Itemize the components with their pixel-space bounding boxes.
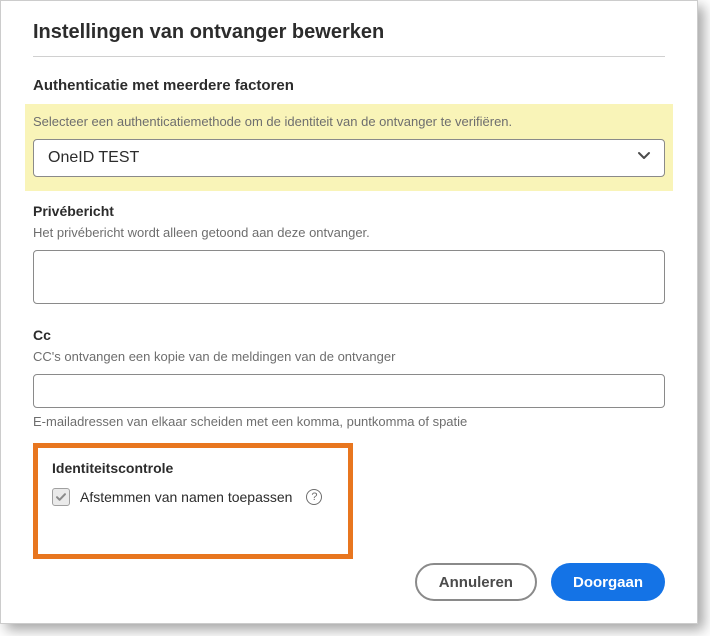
auth-method-select[interactable]: OneID TEST [33, 139, 665, 177]
private-message-input[interactable] [33, 250, 665, 304]
name-matching-checkbox[interactable] [52, 488, 70, 506]
cancel-button[interactable]: Annuleren [415, 563, 537, 601]
private-message-helper: Het privébericht wordt alleen getoond aa… [33, 225, 665, 240]
auth-method-select-wrap: OneID TEST [33, 139, 665, 177]
identity-heading: Identiteitscontrole [52, 460, 334, 476]
continue-button[interactable]: Doorgaan [551, 563, 665, 601]
dialog-title: Instellingen van ontvanger bewerken [33, 21, 665, 44]
cc-section: Cc CC's ontvangen een kopie van de meldi… [33, 327, 665, 429]
cc-input[interactable] [33, 374, 665, 408]
checkmark-icon [55, 491, 67, 503]
name-matching-row: Afstemmen van namen toepassen ? [52, 488, 334, 506]
identity-control-block: Identiteitscontrole Afstemmen van namen … [33, 443, 353, 559]
cc-heading: Cc [33, 327, 665, 343]
mfa-heading: Authenticatie met meerdere factoren [33, 77, 665, 94]
cc-helper: CC's ontvangen een kopie van de meldinge… [33, 349, 665, 364]
private-message-section: Privébericht Het privébericht wordt alle… [33, 203, 665, 309]
mfa-highlight-block: Selecteer een authenticatiemethode om de… [25, 104, 673, 191]
help-icon[interactable]: ? [306, 489, 322, 505]
auth-method-selected-value: OneID TEST [48, 149, 139, 167]
mfa-helper-text: Selecteer een authenticatiemethode om de… [33, 114, 665, 129]
dialog-footer: Annuleren Doorgaan [415, 563, 665, 601]
name-matching-label: Afstemmen van namen toepassen [80, 489, 292, 505]
recipient-settings-dialog: Instellingen van ontvanger bewerken Auth… [0, 0, 698, 624]
cc-hint: E-mailadressen van elkaar scheiden met e… [33, 414, 665, 429]
private-message-heading: Privébericht [33, 203, 665, 219]
title-divider [33, 56, 665, 57]
